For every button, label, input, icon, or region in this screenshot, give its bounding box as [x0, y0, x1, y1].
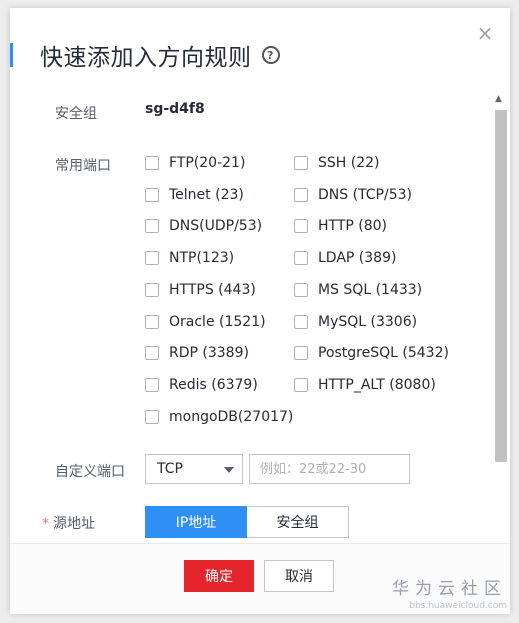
port-option-checkbox[interactable]: HTTP_ALT (8080)	[294, 377, 436, 393]
protocol-select[interactable]: TCP	[145, 454, 243, 484]
checkbox-icon[interactable]	[145, 219, 159, 234]
dialog-title: 快速添加入方向规则 ?	[40, 38, 280, 72]
checkbox-icon[interactable]	[145, 187, 159, 202]
port-option-label: mongoDB(27017)	[169, 408, 294, 425]
port-option-checkbox[interactable]: NTP(123)	[145, 250, 234, 266]
port-option-checkbox[interactable]: PostgreSQL (5432)	[294, 345, 449, 361]
port-option-label: HTTP (80)	[318, 218, 388, 235]
port-option-label: HTTP_ALT (8080)	[318, 376, 436, 393]
port-option-label: RDP (3389)	[169, 345, 249, 362]
checkbox-icon[interactable]	[145, 346, 159, 361]
checkbox-icon[interactable]	[145, 314, 159, 329]
checkbox-icon[interactable]	[294, 346, 308, 361]
checkbox-icon[interactable]	[145, 156, 159, 170]
source-type-ip-option[interactable]: IP地址	[145, 506, 247, 538]
port-option-checkbox[interactable]: MySQL (3306)	[294, 314, 417, 330]
source-address-label: * 源地址	[42, 513, 95, 533]
port-option-checkbox[interactable]: DNS(UDP/53)	[145, 218, 262, 234]
port-option-checkbox[interactable]: DNS (TCP/53)	[294, 187, 412, 203]
checkbox-icon[interactable]	[145, 251, 159, 266]
watermark-url: bbs.huaweicloud.com	[409, 601, 507, 611]
checkbox-icon[interactable]	[145, 377, 159, 392]
port-option-label: NTP(123)	[169, 250, 235, 267]
port-option-checkbox[interactable]: RDP (3389)	[145, 345, 249, 361]
port-option-label: HTTPS (443)	[169, 281, 256, 298]
port-option-label: Oracle (1521)	[169, 313, 266, 330]
port-option-label: PostgreSQL (5432)	[318, 345, 449, 362]
checkbox-icon[interactable]	[145, 409, 159, 424]
security-group-value: sg-d4f8	[145, 101, 205, 117]
common-ports-label: 常用端口	[55, 158, 111, 174]
source-address-label-text: 源地址	[53, 516, 95, 532]
checkbox-icon[interactable]	[294, 282, 308, 297]
dialog-title-text: 快速添加入方向规则	[40, 45, 252, 71]
close-icon[interactable]: ×	[476, 23, 494, 43]
port-option-label: DNS(UDP/53)	[169, 218, 263, 235]
checkbox-icon[interactable]	[294, 219, 308, 234]
scrollbar-thumb[interactable]	[495, 110, 507, 462]
checkbox-icon[interactable]	[294, 156, 308, 170]
port-option-checkbox[interactable]: Telnet (23)	[145, 187, 244, 203]
port-option-label: Redis (6379)	[169, 376, 258, 393]
watermark: 华为云社区 bbs.huaweicloud.com	[392, 574, 507, 611]
checkbox-icon[interactable]	[145, 282, 159, 297]
port-option-label: Telnet (23)	[169, 186, 244, 203]
scrollbar[interactable]: ▲ ▼	[493, 94, 507, 552]
scroll-up-icon[interactable]: ▲	[495, 94, 502, 104]
port-option-label: SSH (22)	[318, 155, 380, 171]
checkbox-icon[interactable]	[294, 377, 308, 392]
title-accent-bar	[10, 43, 13, 67]
checkbox-icon[interactable]	[294, 314, 308, 329]
port-option-checkbox[interactable]: LDAP (389)	[294, 250, 396, 266]
custom-port-input[interactable]	[249, 454, 410, 484]
port-option-checkbox[interactable]: SSH (22)	[294, 155, 380, 171]
port-option-checkbox[interactable]: FTP(20-21)	[145, 155, 245, 171]
protocol-select-value: TCP	[157, 461, 183, 477]
checkbox-icon[interactable]	[294, 187, 308, 202]
port-option-label: MySQL (3306)	[318, 313, 418, 330]
source-type-toggle: IP地址 安全组	[145, 506, 349, 538]
add-inbound-rule-dialog: × 快速添加入方向规则 ? 安全组 sg-d4f8 常用端口 FTP(20-21…	[10, 8, 510, 614]
port-option-checkbox[interactable]: MS SQL (1433)	[294, 282, 422, 298]
confirm-button[interactable]: 确定	[184, 560, 254, 592]
port-option-label: FTP(20-21)	[169, 155, 246, 171]
cancel-button[interactable]: 取消	[264, 560, 334, 592]
source-type-security-group-option[interactable]: 安全组	[247, 506, 349, 538]
security-group-label: 安全组	[55, 106, 97, 122]
checkbox-icon[interactable]	[294, 251, 308, 266]
port-option-checkbox[interactable]: Oracle (1521)	[145, 314, 266, 330]
port-option-label: MS SQL (1433)	[318, 281, 423, 298]
port-option-checkbox[interactable]: HTTPS (443)	[145, 282, 256, 298]
port-option-label: DNS (TCP/53)	[318, 186, 412, 203]
required-mark: *	[42, 516, 49, 532]
help-icon[interactable]: ?	[261, 46, 280, 64]
chevron-down-icon	[224, 467, 234, 473]
watermark-brand: 华为云社区	[392, 579, 507, 599]
custom-port-label: 自定义端口	[55, 464, 125, 480]
port-option-checkbox[interactable]: Redis (6379)	[145, 377, 258, 393]
port-option-checkbox[interactable]: HTTP (80)	[294, 218, 387, 234]
port-option-label: LDAP (389)	[318, 250, 397, 267]
port-option-checkbox[interactable]: mongoDB(27017)	[145, 409, 293, 425]
